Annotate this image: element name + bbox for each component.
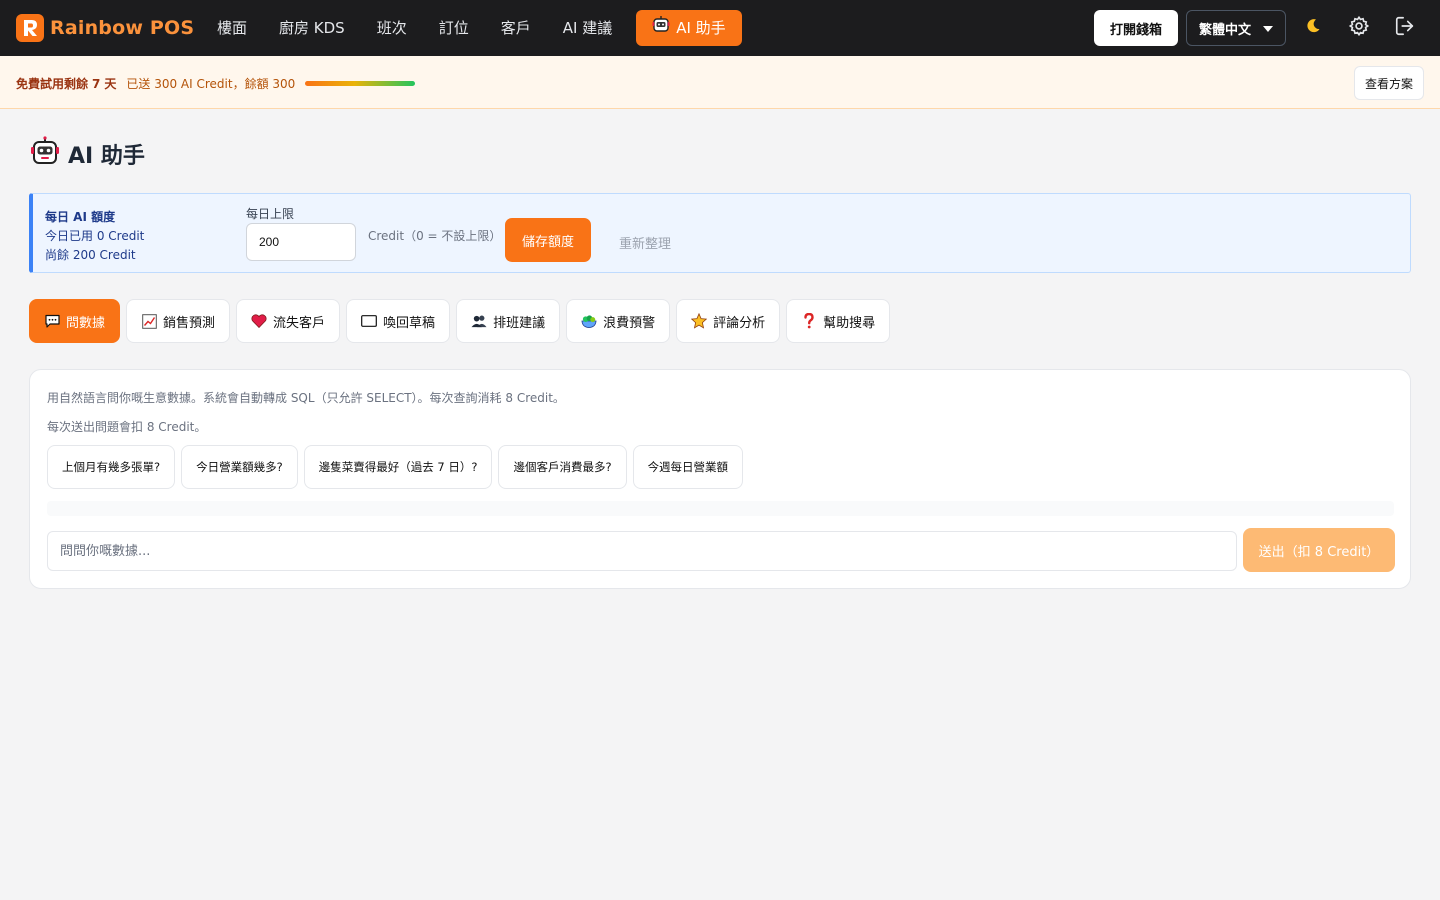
tab-help-search-label: 幫助搜尋 <box>823 315 876 331</box>
brand-logo-icon <box>16 14 44 42</box>
refresh-button[interactable]: 重新整理 <box>619 233 671 252</box>
daily-limit-hint: Credit（0 = 不設上限） <box>368 229 502 243</box>
tab-sales-forecast[interactable]: 銷售預測 <box>126 299 231 343</box>
credit-progress-bar <box>305 81 416 86</box>
question-icon <box>801 313 817 329</box>
people-icon <box>471 313 487 329</box>
language-select[interactable]: 繁體中文 <box>1186 10 1286 46</box>
envelope-icon <box>361 313 377 329</box>
robot-icon <box>30 136 60 171</box>
moon-icon <box>1305 18 1321 39</box>
nav-item-reservations[interactable]: 訂位 <box>423 10 485 46</box>
tab-sales-forecast-label: 銷售預測 <box>163 315 216 331</box>
nav-item-floor[interactable]: 樓面 <box>201 10 263 46</box>
ask-data-description: 用自然語言問你嘅生意數據。系統會自動轉成 SQL（只允許 SELECT）。每次查… <box>47 391 565 405</box>
save-quota-button[interactable]: 儲存額度 <box>505 218 591 262</box>
ai-tool-tabs: 問數據 銷售預測 流失客戶 喚回草稿 排班建議 浪費預警 評論分析 幫助搜尋 <box>29 299 891 343</box>
results-area <box>47 501 1394 516</box>
suggested-question[interactable]: 上個月有幾多張單? <box>47 445 176 489</box>
brand[interactable]: Rainbow POS <box>16 14 194 42</box>
nav-item-kitchen-kds[interactable]: 廚房 KDS <box>263 10 361 46</box>
top-navbar: Rainbow POS 樓面 廚房 KDS 班次 訂位 客戶 AI 建議 AI … <box>0 0 1440 56</box>
dark-mode-toggle[interactable] <box>1294 10 1332 46</box>
robot-icon <box>652 10 670 46</box>
quota-info: 每日 AI 額度 今日已用 0 Credit 尚餘 200 Credit <box>45 208 144 265</box>
daily-quota-panel: 每日 AI 額度 今日已用 0 Credit 尚餘 200 Credit 每日上… <box>29 193 1411 273</box>
language-select-value: 繁體中文 <box>1199 22 1252 38</box>
tab-winback-drafts[interactable]: 喚回草稿 <box>346 299 451 343</box>
tab-review-analysis-label: 評論分析 <box>713 315 766 331</box>
trial-suffix: 天 <box>104 77 117 91</box>
view-plans-button[interactable]: 查看方案 <box>1353 66 1424 100</box>
suggested-question[interactable]: 邊隻菜賣得最好（過去 7 日）? <box>303 445 493 489</box>
nav-item-ai-suggestions[interactable]: AI 建議 <box>547 10 628 46</box>
daily-limit-label: 每日上限 <box>246 207 295 221</box>
logout-button[interactable] <box>1386 10 1424 46</box>
trial-banner-text: 免費試用剩餘 7 天 已送 300 AI Credit，餘額 300 <box>16 75 416 92</box>
brand-name: Rainbow POS <box>50 17 195 39</box>
speech-bubble-icon <box>44 313 60 329</box>
tab-waste-alerts-label: 浪費預警 <box>603 315 656 331</box>
credit-info: 已送 300 AI Credit，餘額 300 <box>126 77 296 91</box>
nav-item-customers[interactable]: 客戶 <box>485 10 547 46</box>
quota-remaining: 尚餘 200 Credit <box>45 248 136 262</box>
page-title-text: AI 助手 <box>68 143 145 169</box>
star-icon <box>691 313 708 329</box>
trial-days: 7 <box>92 76 101 91</box>
daily-limit-input[interactable] <box>246 223 356 261</box>
quota-title: 每日 AI 額度 <box>45 210 116 224</box>
tab-ask-data[interactable]: 問數據 <box>29 299 121 343</box>
suggested-question[interactable]: 今日營業額幾多? <box>181 445 298 489</box>
chart-trend-icon <box>141 313 157 329</box>
tab-help-search[interactable]: 幫助搜尋 <box>786 299 891 343</box>
suggested-questions: 上個月有幾多張單? 今日營業額幾多? 邊隻菜賣得最好（過去 7 日）? 邊個客戶… <box>47 445 744 489</box>
tab-winback-drafts-label: 喚回草稿 <box>383 315 436 331</box>
page-title: AI 助手 <box>30 136 145 171</box>
tab-churned-customers[interactable]: 流失客戶 <box>236 299 341 343</box>
ask-data-cost-note: 每次送出問題會扣 8 Credit。 <box>47 420 207 434</box>
suggested-question[interactable]: 邊個客戶消費最多? <box>498 445 627 489</box>
suggested-question[interactable]: 今週每日營業額 <box>632 445 744 489</box>
trial-prefix: 免費試用剩餘 <box>16 77 89 91</box>
question-input[interactable] <box>47 531 1237 571</box>
tab-scheduling-suggestions-label: 排班建議 <box>493 315 546 331</box>
ask-data-card: 用自然語言問你嘅生意數據。系統會自動轉成 SQL（只允許 SELECT）。每次查… <box>29 369 1411 589</box>
heart-icon <box>251 313 267 329</box>
tab-churned-customers-label: 流失客戶 <box>273 315 326 331</box>
tab-review-analysis[interactable]: 評論分析 <box>676 299 781 343</box>
nav-item-ai-assistant[interactable]: AI 助手 <box>636 10 742 46</box>
tab-waste-alerts[interactable]: 浪費預警 <box>566 299 671 343</box>
tab-ask-data-label: 問數據 <box>66 315 106 331</box>
chevron-down-icon <box>1263 21 1273 36</box>
tab-scheduling-suggestions[interactable]: 排班建議 <box>456 299 561 343</box>
main-nav: 樓面 廚房 KDS 班次 訂位 客戶 AI 建議 AI 助手 <box>201 10 742 46</box>
top-right-actions: 打開錢箱 繁體中文 <box>1093 10 1424 46</box>
send-question-button[interactable]: 送出（扣 8 Credit） <box>1243 528 1395 572</box>
nav-item-shifts[interactable]: 班次 <box>361 10 423 46</box>
logout-icon <box>1394 15 1416 42</box>
gear-icon <box>1348 15 1370 42</box>
open-cash-drawer-button[interactable]: 打開錢箱 <box>1093 10 1178 46</box>
nav-item-ai-assistant-label: AI 助手 <box>676 19 726 37</box>
salad-icon <box>581 313 597 329</box>
settings-button[interactable] <box>1340 10 1378 46</box>
trial-banner: 免費試用剩餘 7 天 已送 300 AI Credit，餘額 300 查看方案 <box>0 56 1440 109</box>
quota-used: 今日已用 0 Credit <box>45 229 145 243</box>
